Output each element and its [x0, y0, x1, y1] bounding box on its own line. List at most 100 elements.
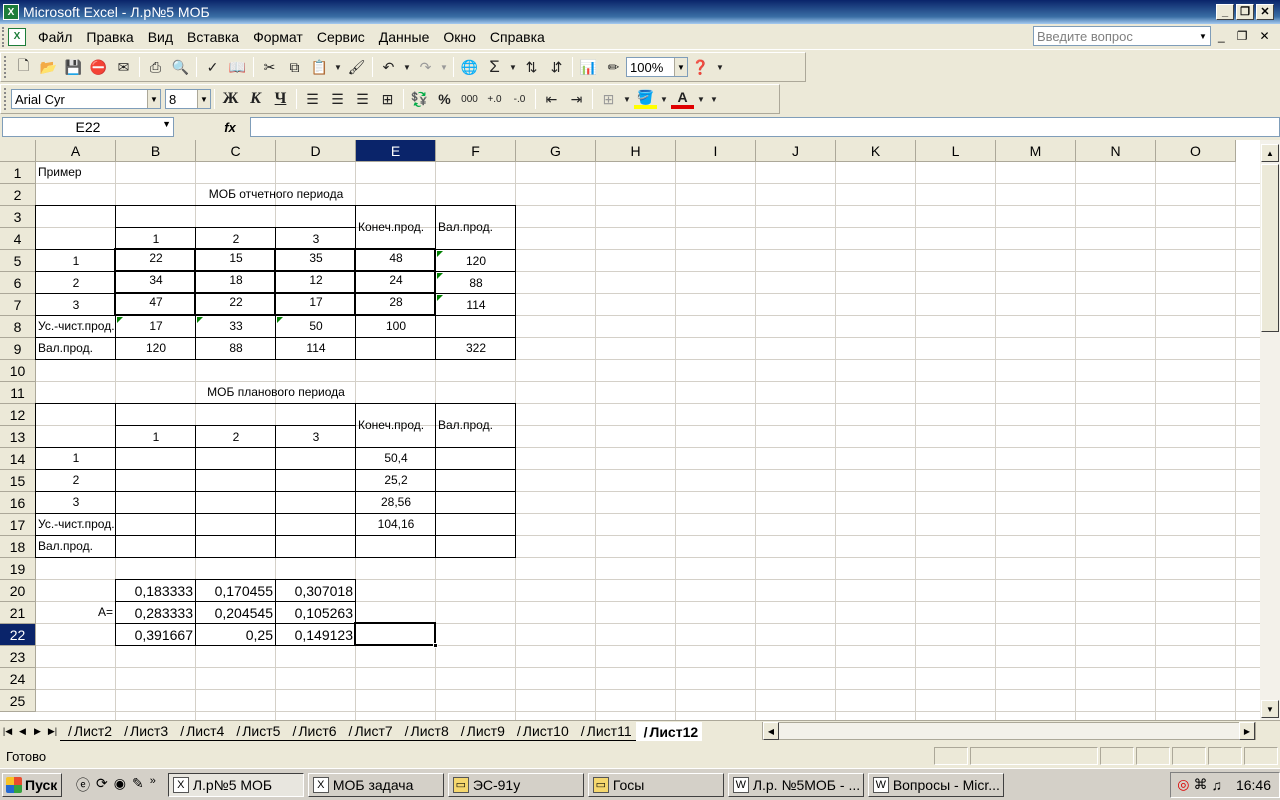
cell-e7[interactable]: 28 — [356, 292, 436, 314]
column-header-k[interactable]: K — [836, 140, 916, 162]
undo-icon[interactable]: ↶ — [377, 56, 400, 78]
row-header-12[interactable]: 12 — [0, 404, 36, 426]
cell-c8[interactable]: 33 — [196, 316, 276, 338]
sheet-tab-8[interactable]: Лист8 — [396, 722, 453, 741]
name-box-dropdown-icon[interactable]: ▼ — [162, 119, 171, 129]
open-icon[interactable]: 📂 — [37, 56, 60, 78]
column-header-e[interactable]: E — [356, 140, 436, 162]
row-header-11[interactable]: 11 — [0, 382, 36, 404]
browser-icon[interactable]: ⓔ — [76, 775, 90, 795]
column-header-i[interactable]: I — [676, 140, 756, 162]
row-header-25[interactable]: 25 — [0, 690, 36, 712]
fill-handle[interactable] — [433, 643, 438, 648]
row-header-7[interactable]: 7 — [0, 294, 36, 316]
sheet-tab-2[interactable]: Лист2 — [60, 722, 117, 741]
merge-center-icon[interactable]: ⊞ — [376, 88, 399, 110]
next-sheet-icon[interactable]: ▶ — [30, 723, 45, 741]
cell-b20[interactable]: 0,183333 — [116, 580, 193, 602]
restore-button[interactable]: ❐ — [1236, 4, 1254, 20]
cell-a8[interactable]: Ус.-чист.прод. — [38, 316, 115, 338]
autosum-icon[interactable]: Σ — [483, 56, 506, 78]
cut-icon[interactable]: ✂ — [258, 56, 281, 78]
font-size-select[interactable]: 8 ▼ — [165, 89, 211, 109]
cell-d6[interactable]: 12 — [276, 270, 356, 292]
spelling-icon[interactable]: ✓ — [201, 56, 224, 78]
sort-ascending-icon[interactable]: ⇅ — [520, 56, 543, 78]
increase-decimal-icon[interactable]: +.0 — [483, 88, 506, 110]
column-header-a[interactable]: A — [36, 140, 116, 162]
prev-sheet-icon[interactable]: ◀ — [15, 723, 30, 741]
redo-icon[interactable]: ↷ — [414, 56, 437, 78]
column-header-o[interactable]: O — [1156, 140, 1236, 162]
doc-restore-button[interactable]: ❐ — [1237, 29, 1248, 43]
cell-f5[interactable]: 120 — [436, 251, 516, 273]
research-icon[interactable]: 📖 — [226, 56, 249, 78]
font-color-dropdown-icon[interactable]: ▼ — [696, 88, 706, 110]
cell-b22[interactable]: 0,391667 — [116, 624, 193, 646]
cell-e15[interactable]: 25,2 — [356, 470, 436, 492]
row-header-8[interactable]: 8 — [0, 316, 36, 338]
increase-indent-icon[interactable]: ⇥ — [565, 88, 588, 110]
menu-grip[interactable] — [2, 26, 6, 47]
cell-e17[interactable]: 104,16 — [356, 514, 436, 536]
tray-icon[interactable]: ◎ — [1177, 776, 1189, 793]
menu-view[interactable]: Вид — [142, 29, 181, 45]
cell-b7[interactable]: 47 — [116, 292, 196, 314]
sheet-tab-5[interactable]: Лист5 — [228, 722, 285, 741]
quick-launch-more-icon[interactable]: » — [150, 775, 156, 795]
cell-a17[interactable]: Ус.-чист.прод. — [38, 514, 115, 536]
name-box[interactable]: E22 ▼ — [2, 117, 174, 137]
cell-e3[interactable]: Конеч.прод. — [358, 217, 424, 239]
decrease-indent-icon[interactable]: ⇤ — [540, 88, 563, 110]
vertical-scroll-thumb[interactable] — [1261, 164, 1279, 332]
paste-icon[interactable]: 📋 — [308, 56, 331, 78]
cell-a1[interactable]: Пример — [38, 162, 82, 184]
autosum-dropdown-icon[interactable]: ▼ — [508, 56, 518, 78]
cell-d7[interactable]: 17 — [276, 292, 356, 314]
column-header-j[interactable]: J — [756, 140, 836, 162]
menu-edit[interactable]: Правка — [80, 29, 141, 45]
active-cell-e22[interactable] — [354, 622, 438, 648]
cell-d8[interactable]: 50 — [276, 316, 356, 338]
cell-b13[interactable]: 1 — [116, 427, 196, 449]
first-sheet-icon[interactable]: |◀ — [0, 723, 15, 741]
workbook-icon[interactable]: X — [8, 27, 26, 46]
zoom-dropdown-icon[interactable]: ▼ — [674, 58, 687, 76]
underline-button[interactable]: Ч — [269, 88, 292, 110]
font-select[interactable]: Arial Cyr ▼ — [11, 89, 161, 109]
menu-tools[interactable]: Сервис — [311, 29, 373, 45]
new-icon[interactable]: 🗋 — [12, 56, 35, 78]
cell-a15[interactable]: 2 — [36, 470, 116, 492]
menu-window[interactable]: Окно — [437, 29, 484, 45]
cell-d21[interactable]: 0,105263 — [276, 602, 353, 624]
cell-e5[interactable]: 48 — [356, 248, 436, 270]
row-header-2[interactable]: 2 — [0, 184, 36, 206]
toolbar-options-icon[interactable]: ▼ — [714, 56, 726, 78]
select-all-corner[interactable] — [0, 140, 36, 162]
task-folder-gosy[interactable]: ▭ Госы — [587, 772, 724, 797]
vertical-scrollbar[interactable]: ▲ ▼ — [1260, 140, 1280, 720]
app-icon[interactable]: ✎ — [132, 775, 144, 795]
cell-b21[interactable]: 0,283333 — [116, 602, 193, 624]
cell-a14[interactable]: 1 — [36, 448, 116, 470]
align-center-icon[interactable]: ☰ — [326, 88, 349, 110]
italic-button[interactable]: К — [244, 88, 267, 110]
font-color-icon[interactable]: A — [671, 89, 694, 109]
column-header-f[interactable]: F — [436, 140, 516, 162]
menu-help[interactable]: Справка — [484, 29, 553, 45]
cell-e12[interactable]: Конеч.прод. — [358, 415, 424, 437]
task-folder-es91[interactable]: ▭ ЭС-91у — [447, 772, 584, 797]
cell-a7[interactable]: 3 — [36, 295, 116, 317]
excel-app-icon[interactable]: X — [3, 4, 19, 20]
task-word-questions[interactable]: W Вопросы - Micr... — [867, 772, 1004, 797]
help-icon[interactable]: ❓ — [689, 56, 712, 78]
sheet-tab-3[interactable]: Лист3 — [116, 722, 173, 741]
cell-e14[interactable]: 50,4 — [356, 448, 436, 470]
cell-c5[interactable]: 15 — [196, 248, 276, 270]
cell-a9[interactable]: Вал.прод. — [38, 338, 93, 360]
scroll-down-icon[interactable]: ▼ — [1261, 700, 1279, 718]
task-excel-mob[interactable]: X МОБ задача — [307, 772, 444, 797]
cell-c13[interactable]: 2 — [196, 427, 276, 449]
copy-icon[interactable]: ⧉ — [283, 56, 306, 78]
cell-e16[interactable]: 28,56 — [356, 492, 436, 514]
